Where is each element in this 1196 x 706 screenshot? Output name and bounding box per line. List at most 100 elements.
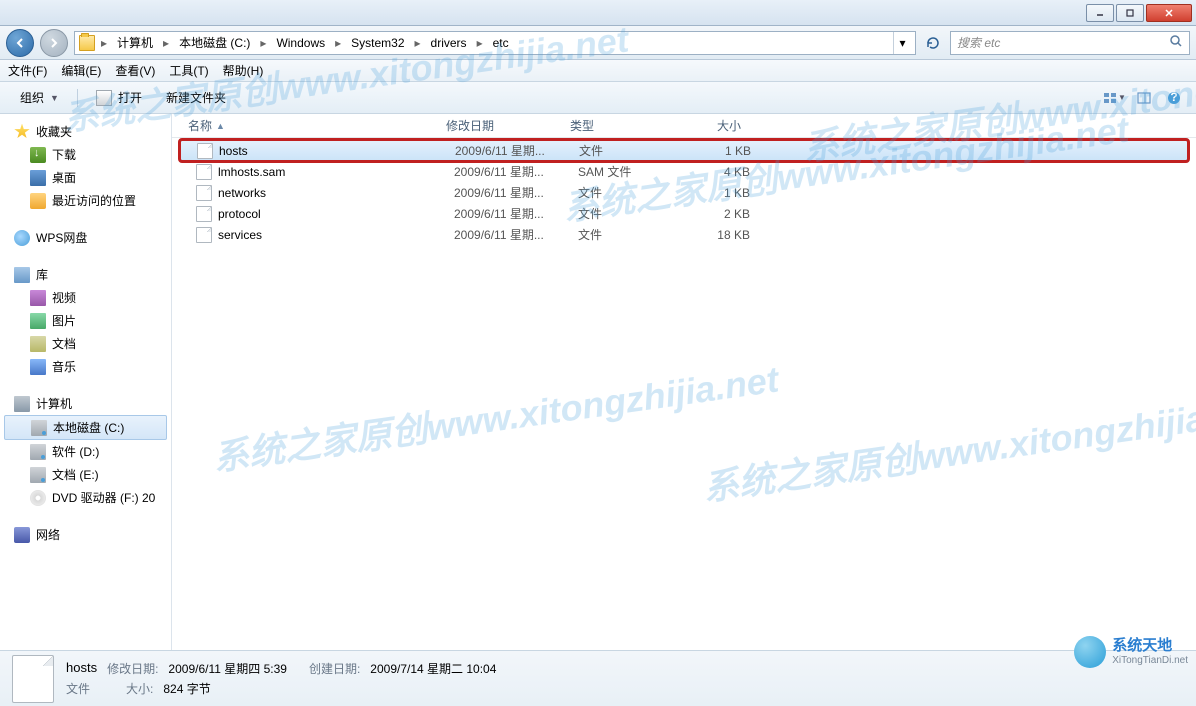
cloud-icon bbox=[14, 230, 30, 246]
file-name: hosts bbox=[219, 144, 248, 158]
file-icon bbox=[196, 185, 212, 201]
titlebar bbox=[0, 0, 1196, 26]
file-size: 1 KB bbox=[686, 186, 758, 200]
file-name: protocol bbox=[218, 207, 261, 221]
chevron-right-icon: ▸ bbox=[161, 36, 171, 50]
refresh-button[interactable] bbox=[922, 32, 944, 54]
drive-icon bbox=[31, 420, 47, 436]
file-row[interactable]: services2009/6/11 星期...文件18 KB bbox=[180, 224, 1188, 245]
file-type: 文件 bbox=[570, 184, 686, 201]
breadcrumb[interactable]: etc bbox=[489, 34, 513, 52]
breadcrumb[interactable]: 本地磁盘 (C:) bbox=[175, 32, 254, 53]
sidebar: 收藏夹 下载 桌面 最近访问的位置 WPS网盘 库 视频 图片 文档 音乐 计算… bbox=[0, 114, 172, 650]
cd-icon bbox=[30, 490, 46, 506]
sidebar-videos[interactable]: 视频 bbox=[0, 286, 171, 309]
open-button[interactable]: 打开 bbox=[86, 85, 152, 110]
sidebar-drive-f[interactable]: DVD 驱动器 (F:) 20 bbox=[0, 486, 171, 509]
file-row[interactable]: networks2009/6/11 星期...文件1 KB bbox=[180, 182, 1188, 203]
sidebar-drive-d[interactable]: 软件 (D:) bbox=[0, 440, 171, 463]
address-bar[interactable]: ▸ 计算机▸ 本地磁盘 (C:)▸ Windows▸ System32▸ dri… bbox=[74, 31, 916, 55]
music-icon bbox=[30, 359, 46, 375]
file-date: 2009/6/11 星期... bbox=[446, 205, 570, 222]
file-row[interactable]: protocol2009/6/11 星期...文件2 KB bbox=[180, 203, 1188, 224]
file-size: 18 KB bbox=[686, 228, 758, 242]
file-name: lmhosts.sam bbox=[218, 165, 285, 179]
open-icon bbox=[96, 90, 112, 106]
column-name[interactable]: 名称▲ bbox=[180, 113, 438, 138]
star-icon bbox=[14, 124, 30, 140]
chevron-right-icon: ▸ bbox=[99, 36, 109, 50]
desktop-icon bbox=[30, 170, 46, 186]
menu-tools[interactable]: 工具(T) bbox=[169, 62, 208, 79]
sidebar-libraries[interactable]: 库 bbox=[0, 263, 171, 286]
logo-text-2: XiTongTianDi.net bbox=[1112, 655, 1188, 666]
search-icon bbox=[1169, 34, 1183, 51]
file-type: 文件 bbox=[571, 142, 687, 159]
detail-create-value: 2009/7/14 星期二 10:04 bbox=[370, 660, 496, 677]
sidebar-wps[interactable]: WPS网盘 bbox=[0, 226, 171, 249]
help-button[interactable]: ? bbox=[1162, 86, 1186, 110]
organize-button[interactable]: 组织▼ bbox=[10, 85, 69, 110]
file-size: 4 KB bbox=[686, 165, 758, 179]
column-type[interactable]: 类型 bbox=[562, 113, 678, 138]
menu-view[interactable]: 查看(V) bbox=[115, 62, 155, 79]
file-type: 文件 bbox=[570, 205, 686, 222]
sidebar-network[interactable]: 网络 bbox=[0, 523, 171, 546]
detail-size-label: 大小: bbox=[126, 680, 153, 697]
file-date: 2009/6/11 星期... bbox=[446, 163, 570, 180]
file-row[interactable]: hosts 2009/6/11 星期...文件1 KB bbox=[180, 140, 1188, 161]
content-area: 收藏夹 下载 桌面 最近访问的位置 WPS网盘 库 视频 图片 文档 音乐 计算… bbox=[0, 114, 1196, 650]
recent-icon bbox=[30, 193, 46, 209]
sidebar-pictures[interactable]: 图片 bbox=[0, 309, 171, 332]
file-icon bbox=[197, 143, 213, 159]
detail-type-value: 文件 bbox=[66, 680, 90, 697]
detail-create-label: 创建日期: bbox=[309, 660, 360, 677]
sidebar-recent[interactable]: 最近访问的位置 bbox=[0, 189, 171, 212]
navbar: ▸ 计算机▸ 本地磁盘 (C:)▸ Windows▸ System32▸ dri… bbox=[0, 26, 1196, 60]
file-pane: 名称▲ 修改日期 类型 大小 hosts2009/6/11 星期...文件1 K… bbox=[172, 114, 1196, 650]
close-button[interactable] bbox=[1146, 4, 1192, 22]
svg-text:?: ? bbox=[1170, 90, 1177, 104]
file-date: 2009/6/11 星期... bbox=[447, 142, 571, 159]
folder-icon bbox=[79, 35, 95, 51]
detail-mod-value: 2009/6/11 星期四 5:39 bbox=[168, 660, 287, 677]
file-row[interactable]: lmhosts.sam2009/6/11 星期...SAM 文件4 KB bbox=[180, 161, 1188, 182]
forward-button[interactable] bbox=[40, 29, 68, 57]
breadcrumb[interactable]: System32 bbox=[347, 34, 408, 52]
preview-pane-button[interactable] bbox=[1132, 86, 1156, 110]
column-date[interactable]: 修改日期 bbox=[438, 113, 562, 138]
library-icon bbox=[14, 267, 30, 283]
breadcrumb[interactable]: Windows bbox=[272, 34, 329, 52]
video-icon bbox=[30, 290, 46, 306]
search-input[interactable]: 搜索 etc bbox=[950, 31, 1190, 55]
menu-edit[interactable]: 编辑(E) bbox=[61, 62, 101, 79]
file-size: 1 KB bbox=[687, 144, 759, 158]
file-icon bbox=[196, 164, 212, 180]
menu-help[interactable]: 帮助(H) bbox=[223, 62, 264, 79]
menubar: 文件(F) 编辑(E) 查看(V) 工具(T) 帮助(H) bbox=[0, 60, 1196, 82]
chevron-right-icon: ▸ bbox=[333, 36, 343, 50]
chevron-down-icon: ▼ bbox=[50, 93, 59, 103]
document-icon bbox=[30, 336, 46, 352]
breadcrumb[interactable]: drivers bbox=[427, 34, 471, 52]
breadcrumb[interactable]: 计算机 bbox=[113, 32, 157, 53]
new-folder-button[interactable]: 新建文件夹 bbox=[156, 85, 236, 110]
sidebar-music[interactable]: 音乐 bbox=[0, 355, 171, 378]
column-size[interactable]: 大小 bbox=[678, 113, 750, 138]
search-placeholder: 搜索 etc bbox=[957, 34, 1000, 51]
sidebar-documents[interactable]: 文档 bbox=[0, 332, 171, 355]
separator bbox=[77, 89, 78, 107]
address-dropdown[interactable]: ▾ bbox=[893, 32, 911, 54]
sidebar-computer[interactable]: 计算机 bbox=[0, 392, 171, 415]
back-button[interactable] bbox=[6, 29, 34, 57]
sidebar-drive-e[interactable]: 文档 (E:) bbox=[0, 463, 171, 486]
maximize-button[interactable] bbox=[1116, 4, 1144, 22]
minimize-button[interactable] bbox=[1086, 4, 1114, 22]
sidebar-drive-c[interactable]: 本地磁盘 (C:) bbox=[4, 415, 167, 440]
computer-icon bbox=[14, 396, 30, 412]
sidebar-favorites[interactable]: 收藏夹 bbox=[0, 120, 171, 143]
menu-file[interactable]: 文件(F) bbox=[8, 62, 47, 79]
sidebar-downloads[interactable]: 下载 bbox=[0, 143, 171, 166]
view-mode-button[interactable]: ▼ bbox=[1102, 86, 1126, 110]
sidebar-desktop[interactable]: 桌面 bbox=[0, 166, 171, 189]
